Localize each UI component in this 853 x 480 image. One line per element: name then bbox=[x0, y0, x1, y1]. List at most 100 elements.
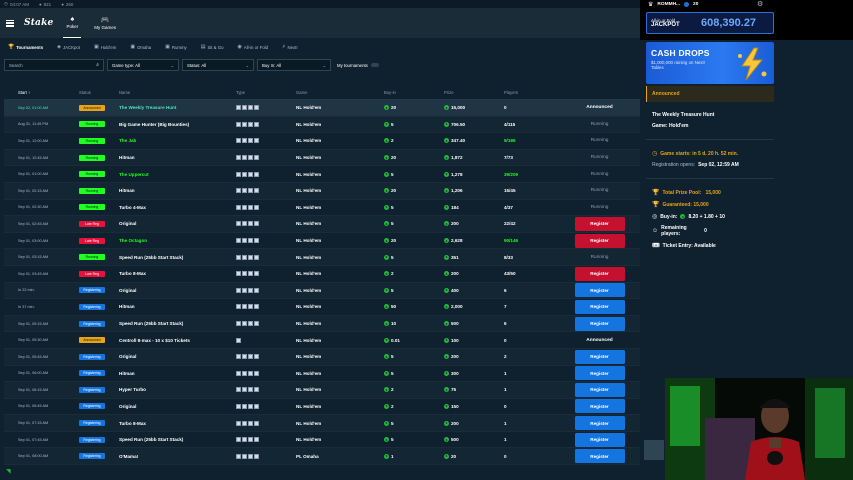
tab-my-games[interactable]: 🎮 My Games bbox=[91, 8, 119, 38]
register-button[interactable]: Register bbox=[574, 316, 625, 331]
cell-name[interactable]: Original bbox=[119, 288, 236, 293]
subnav-next[interactable]: ⚡ Next! bbox=[282, 44, 298, 50]
table-row[interactable]: Sep 01, 02:15 AM Running Hitman NL Hold'em $… bbox=[4, 182, 640, 200]
cell-name[interactable]: Hyper Turbo bbox=[119, 387, 236, 392]
cell-game: NL Hold'em bbox=[296, 337, 322, 343]
register-button[interactable]: Register bbox=[574, 432, 625, 447]
cell-name[interactable]: Original bbox=[119, 221, 236, 226]
game-type-icon bbox=[236, 121, 241, 127]
cell-name[interactable]: Hitman bbox=[119, 304, 236, 309]
cell-type bbox=[236, 238, 296, 244]
cell-name[interactable]: Speed Run (25bb Start Stack) bbox=[119, 437, 236, 442]
col-prize[interactable]: Prize bbox=[444, 90, 504, 95]
scrollbar-thumb[interactable] bbox=[644, 440, 664, 460]
table-row[interactable]: In 37 min. Registering Hitman NL Hold'em $50… bbox=[4, 299, 640, 316]
table-row[interactable]: Sep 01, 07:45 AM Registering Speed Run (25… bbox=[4, 432, 640, 449]
register-button[interactable]: Register bbox=[574, 233, 625, 248]
col-game[interactable]: Game bbox=[296, 90, 384, 95]
cell-name[interactable]: Hitman bbox=[119, 188, 236, 193]
table-row[interactable]: Sep 01, 02:30 AM Running Turbo 4-Max NL Hol… bbox=[4, 200, 640, 217]
table-row[interactable]: Sep 01, 08:00 AM Registering O'Mama! PL Oma… bbox=[4, 448, 640, 466]
cash-drops-promo[interactable]: CASH DROPS $1,000,000 raining on Next! T… bbox=[646, 42, 774, 84]
table-row[interactable]: Sep 01, 03:45 AM Late Reg Turbo 8-Max NL Ho… bbox=[4, 266, 640, 283]
register-button[interactable]: Register bbox=[574, 266, 625, 281]
buyin-value: 0.01 bbox=[391, 337, 400, 343]
register-button[interactable]: Register bbox=[574, 299, 625, 314]
table-row[interactable]: Sep 01, 12:45 AM Running Hitman NL Hold'em $… bbox=[4, 149, 640, 167]
table-row[interactable]: Sep 01, 05:15 AM Registering Speed Run (25… bbox=[4, 315, 640, 333]
cell-name[interactable]: Turbo 4-Max bbox=[119, 205, 236, 210]
table-row[interactable]: Sep 01, 01:00 AM Running The Uppercut NL Ho… bbox=[4, 166, 640, 183]
table-row[interactable]: Sep 01, 03:00 AM Late Reg The Octagon NL Ho… bbox=[4, 233, 640, 250]
table-row[interactable]: Sep 01, 05:45 AM Registering Original NL Ho… bbox=[4, 348, 640, 366]
table-row[interactable]: Sep 01, 07:15 AM Registering Turbo 8-Max NL… bbox=[4, 415, 640, 432]
prize-value: 15,000 bbox=[451, 105, 466, 111]
table-row[interactable]: Sep 01, 06:15 AM Registering Hyper Turbo NL… bbox=[4, 382, 640, 399]
subnav-tournaments[interactable]: 🏆 Tournaments bbox=[8, 44, 43, 50]
game-type-icon bbox=[242, 370, 247, 376]
register-button[interactable]: Register bbox=[574, 382, 625, 397]
cell-name[interactable]: The Jab bbox=[119, 138, 236, 143]
register-button[interactable]: Register bbox=[574, 349, 625, 364]
cell-name[interactable]: The Weekly Treasure Hunt bbox=[119, 105, 236, 110]
table-row[interactable]: Sep 01, 05:30 AM Announced Centroll 8-max … bbox=[4, 332, 640, 349]
cell-name[interactable]: Turbo 8-Max bbox=[119, 421, 236, 426]
cell-name[interactable]: Original bbox=[119, 354, 236, 359]
register-button[interactable]: Register bbox=[574, 216, 625, 231]
jackpot-banner[interactable]: All-in or Fold JACKPOT 608,390.27 bbox=[646, 12, 774, 34]
subnav-rummy[interactable]: ▣ Rummy bbox=[165, 44, 187, 50]
table-row[interactable]: Aug 31, 11:45 PM Running Big Game Hunter (… bbox=[4, 116, 640, 134]
register-button[interactable]: Register bbox=[574, 366, 625, 381]
col-players[interactable]: Players bbox=[504, 90, 559, 95]
register-button[interactable]: Register bbox=[574, 416, 625, 431]
cell-game: NL Hold'em bbox=[296, 271, 322, 277]
cell-name[interactable]: Hitman bbox=[119, 371, 236, 376]
game-type-icon bbox=[254, 121, 259, 127]
cell-name[interactable]: Speed Run (25bb Start Stack) bbox=[119, 255, 236, 260]
tab-poker[interactable]: ♠ Poker bbox=[63, 8, 82, 38]
table-row[interactable]: Sep 01, 12:00 AM Running The Jab NL Hold'em… bbox=[4, 133, 640, 150]
register-button[interactable]: Register bbox=[574, 449, 625, 464]
menu-icon[interactable] bbox=[6, 19, 14, 27]
cell-name[interactable]: Centroll 8-max - 10 x $10 Tickets bbox=[119, 338, 236, 343]
table-row[interactable]: Sep 02, 01:00 AM Announced The Weekly Trea… bbox=[4, 100, 640, 117]
subnav-all-in-fold[interactable]: ◉ All-in or Fold bbox=[237, 44, 268, 50]
cell-name[interactable]: Speed Run (25bb Start Stack) bbox=[119, 321, 236, 326]
register-button[interactable]: Register bbox=[574, 283, 625, 298]
col-type[interactable]: Type bbox=[236, 90, 296, 95]
my-tournaments-toggle[interactable]: My tournaments bbox=[334, 63, 379, 68]
cell-name[interactable]: O'Mama! bbox=[119, 454, 236, 459]
status-select[interactable]: Status: All ⌄ bbox=[182, 59, 254, 71]
game-type-icon bbox=[242, 138, 247, 144]
stake-logo[interactable]: Stake bbox=[24, 18, 53, 28]
game-type-icon bbox=[236, 171, 241, 177]
table-row[interactable]: Sep 01, 03:15 AM Running Speed Run (25bb S… bbox=[4, 249, 640, 266]
table-row[interactable]: Sep 01, 06:45 AM Registering Original NL Ho… bbox=[4, 399, 640, 416]
toggle-switch[interactable] bbox=[370, 63, 379, 67]
cell-name[interactable]: The Uppercut bbox=[119, 172, 236, 177]
col-name[interactable]: Name bbox=[119, 90, 236, 95]
game-type-icon bbox=[242, 254, 247, 260]
table-row[interactable]: In 22 min. Registering Original NL Hold'em $… bbox=[4, 282, 640, 300]
gear-icon[interactable]: ⚙ bbox=[757, 0, 763, 8]
account-info[interactable]: ♛ ROMMH... 20 bbox=[648, 0, 698, 8]
cell-name[interactable]: Turbo 8-Max bbox=[119, 271, 236, 276]
subnav-omaha[interactable]: ▣ Omaha bbox=[130, 44, 151, 50]
buy-in-select[interactable]: Buy In: All ⌄ bbox=[257, 59, 331, 71]
game-type-select[interactable]: Game type: All ⌄ bbox=[107, 59, 179, 71]
subnav-jackpot[interactable]: ◈ JACKpot bbox=[57, 44, 80, 50]
subnav-holdem[interactable]: ▣ Hold'em bbox=[94, 44, 116, 50]
col-start[interactable]: Start ↑ bbox=[4, 90, 59, 95]
search-input[interactable]: Search ⌕ bbox=[4, 59, 104, 71]
col-status[interactable]: Status bbox=[59, 90, 119, 95]
buyin-value: 5 bbox=[391, 221, 394, 227]
col-buyin[interactable]: Buy-in bbox=[384, 90, 444, 95]
cell-name[interactable]: Big Game Hunter (Big Bounties) bbox=[119, 122, 236, 127]
cell-name[interactable]: The Octagon bbox=[119, 238, 236, 243]
cell-name[interactable]: Original bbox=[119, 404, 236, 409]
table-row[interactable]: Sep 01, 06:00 AM Registering Hitman NL Hold… bbox=[4, 366, 640, 383]
table-row[interactable]: Sep 01, 02:45 AM Late Reg Original NL Hold'… bbox=[4, 216, 640, 233]
register-button[interactable]: Register bbox=[574, 399, 625, 414]
subnav-sit-go[interactable]: ▤ Sit & Go bbox=[201, 44, 224, 50]
cell-name[interactable]: Hitman bbox=[119, 155, 236, 160]
